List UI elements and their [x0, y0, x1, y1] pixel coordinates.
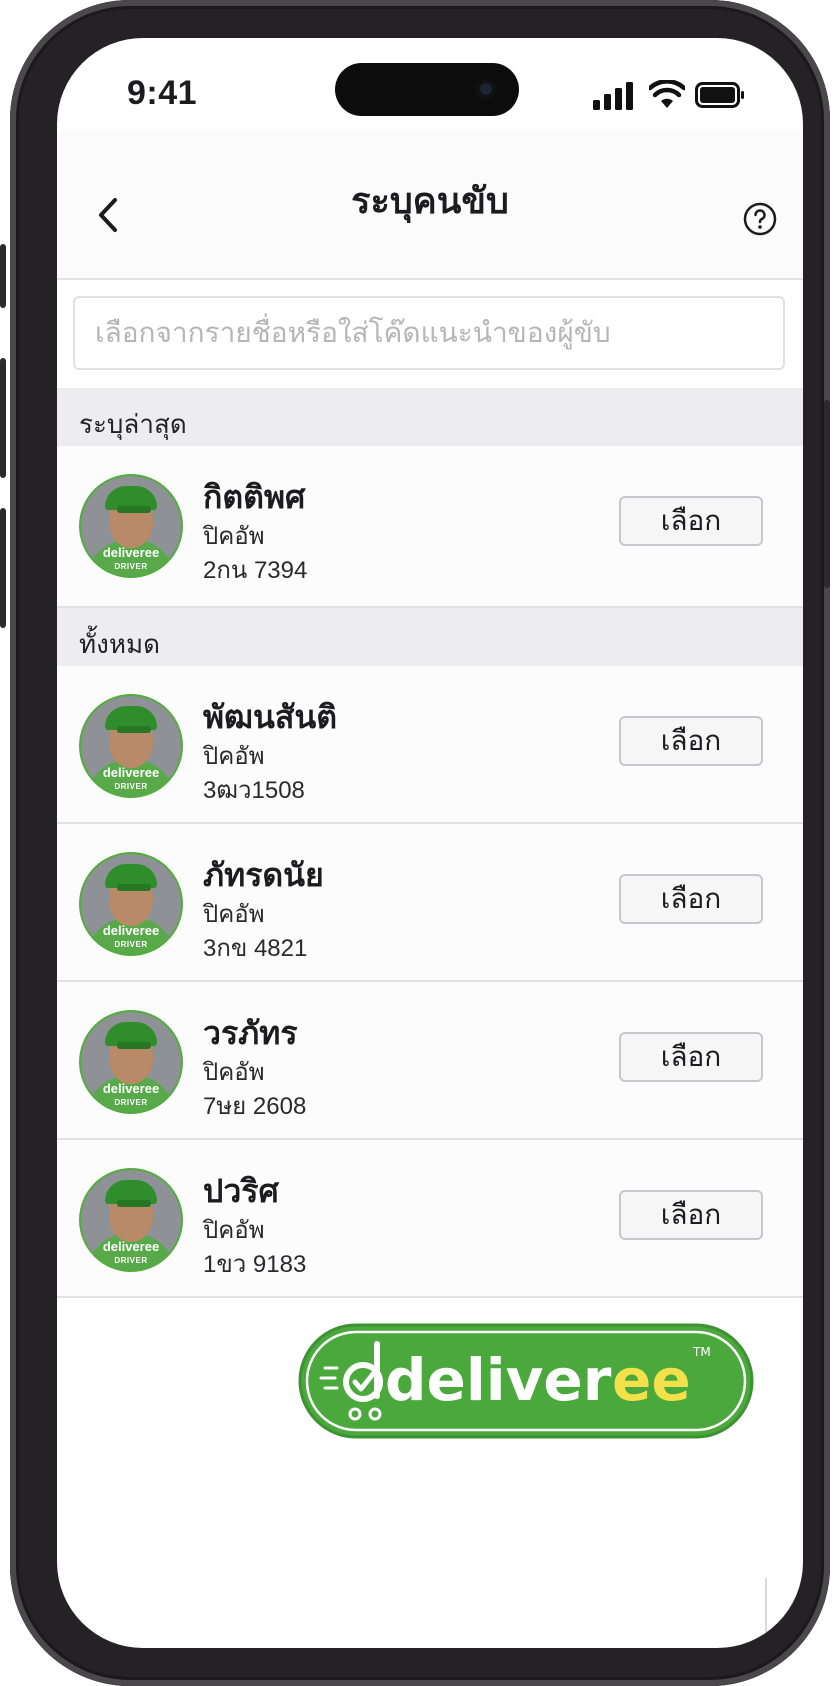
section-header-recent: ระบุล่าสุด	[57, 388, 803, 446]
avatar-brand: deliveree	[102, 1081, 160, 1096]
logo-trademark: TM	[692, 1345, 711, 1359]
driver-avatar: deliveree DRIVER	[81, 1170, 181, 1270]
driver-row: deliveree DRIVER พัฒนสันติ ปิคอัพ 3ฒว1508…	[57, 666, 803, 824]
driver-row: deliveree DRIVER ภัทรดนัย ปิคอัพ 3กข 4821…	[57, 824, 803, 982]
avatar-role: DRIVER	[114, 782, 148, 791]
driver-row: deliveree DRIVER ปวริศ ปิคอัพ 1ขว 9183 เล…	[57, 1140, 803, 1298]
license-plate: 3ฒว1508	[203, 777, 305, 804]
select-driver-button[interactable]: เลือก	[619, 1032, 763, 1082]
volume-up-button	[0, 358, 6, 478]
screen: 9:41 ระบุคนขับ เลือกจากรายชื่อหรือใส่โค๊…	[57, 38, 803, 1648]
nav-header: ระบุคนขับ	[57, 130, 803, 280]
volume-down-button	[0, 508, 6, 628]
select-driver-button[interactable]: เลือก	[619, 496, 763, 546]
logo-text: deliver	[385, 1346, 612, 1414]
camera-icon	[476, 79, 496, 99]
help-icon[interactable]	[743, 202, 777, 236]
section-label: ระบุล่าสุด	[79, 409, 187, 439]
phone-frame: 9:41 ระบุคนขับ เลือกจากรายชื่อหรือใส่โค๊…	[0, 0, 830, 1686]
search-input[interactable]	[75, 298, 783, 368]
dynamic-island	[335, 63, 519, 116]
select-driver-button[interactable]: เลือก	[619, 874, 763, 924]
license-plate: 2กน 7394	[203, 557, 308, 584]
status-bar: 9:41	[57, 38, 803, 130]
license-plate: 1ขว 9183	[203, 1251, 307, 1278]
license-plate: 3กข 4821	[203, 935, 308, 962]
search-field[interactable]	[73, 296, 785, 370]
cellular-signal-icon	[593, 82, 633, 110]
battery-icon	[695, 82, 744, 108]
select-driver-button[interactable]: เลือก	[619, 1190, 763, 1240]
driver-avatar: deliveree DRIVER	[81, 476, 181, 576]
license-plate: 7ษย 2608	[203, 1093, 307, 1120]
logo-text-accent: ee	[612, 1346, 691, 1414]
driver-row: deliveree DRIVER กิตติพศ ปิคอัพ 2กน 7394 …	[57, 446, 803, 608]
avatar-role: DRIVER	[114, 562, 148, 571]
scroll-indicator	[765, 1578, 767, 1648]
power-button	[824, 400, 830, 588]
driver-row: deliveree DRIVER วรภัทร ปิคอัพ 7ษย 2608 เ…	[57, 982, 803, 1140]
deliveree-logo: deliver ee TM	[298, 1323, 754, 1439]
section-label: ทั้งหมด	[79, 629, 160, 659]
wifi-icon	[649, 80, 685, 108]
section-header-all: ทั้งหมด	[57, 608, 803, 666]
action-button	[0, 244, 6, 308]
avatar-role: DRIVER	[114, 1098, 148, 1107]
driver-avatar: deliveree DRIVER	[81, 854, 181, 954]
driver-avatar: deliveree DRIVER	[81, 696, 181, 796]
avatar-brand: deliveree	[102, 1239, 160, 1254]
page-title: ระบุคนขับ	[351, 180, 509, 221]
avatar-role: DRIVER	[114, 1256, 148, 1265]
select-driver-button[interactable]: เลือก	[619, 716, 763, 766]
avatar-brand: deliveree	[102, 923, 160, 938]
status-time: 9:41	[127, 74, 198, 112]
avatar-brand: deliveree	[102, 545, 160, 560]
avatar-role: DRIVER	[114, 940, 148, 949]
avatar-brand: deliveree	[102, 765, 160, 780]
driver-avatar: deliveree DRIVER	[81, 1012, 181, 1112]
